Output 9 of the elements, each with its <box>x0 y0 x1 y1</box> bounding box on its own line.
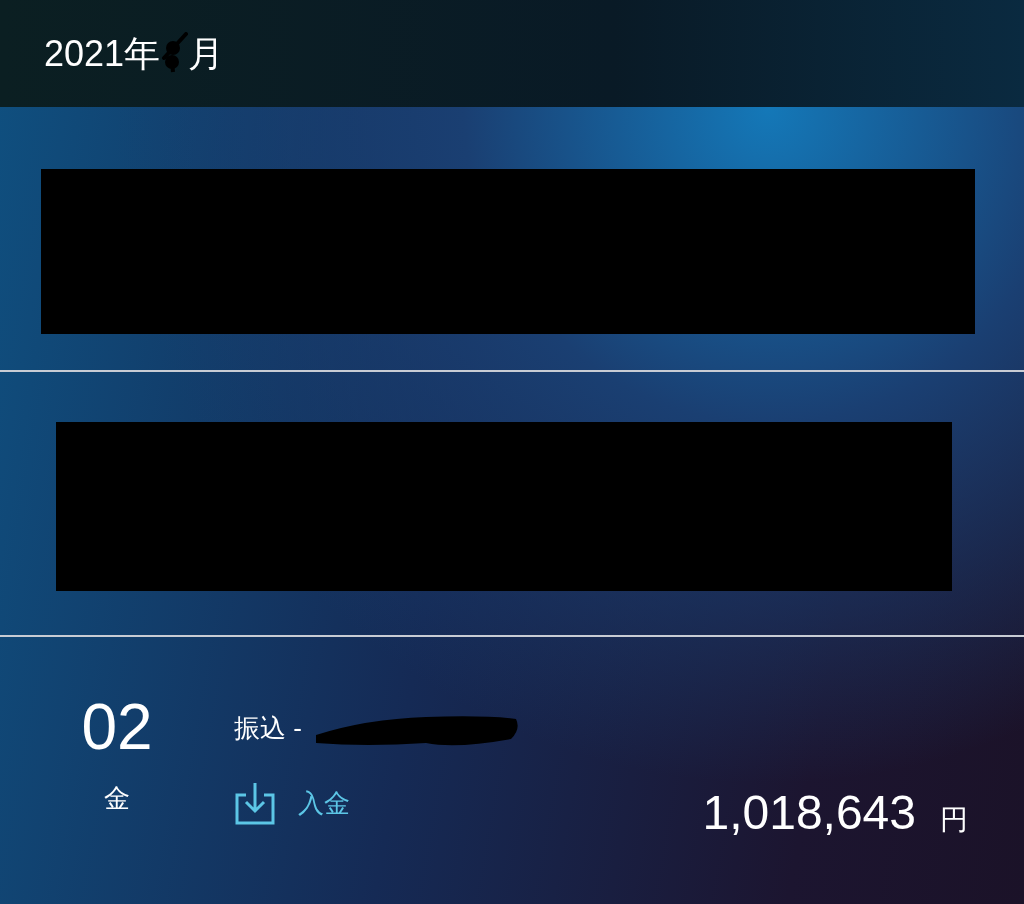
currency-unit: 円 <box>940 803 968 837</box>
month-label: 月 <box>188 35 225 72</box>
day-number: 02 <box>81 695 153 759</box>
download-tray-icon <box>234 781 276 825</box>
transaction-description: 振込 - <box>234 711 302 745</box>
weekday-label: 金 <box>104 782 130 815</box>
year-label: 2021年 <box>44 35 161 72</box>
transaction-type: 入金 <box>298 786 350 820</box>
amount-value: 1,018,643 <box>702 789 916 837</box>
